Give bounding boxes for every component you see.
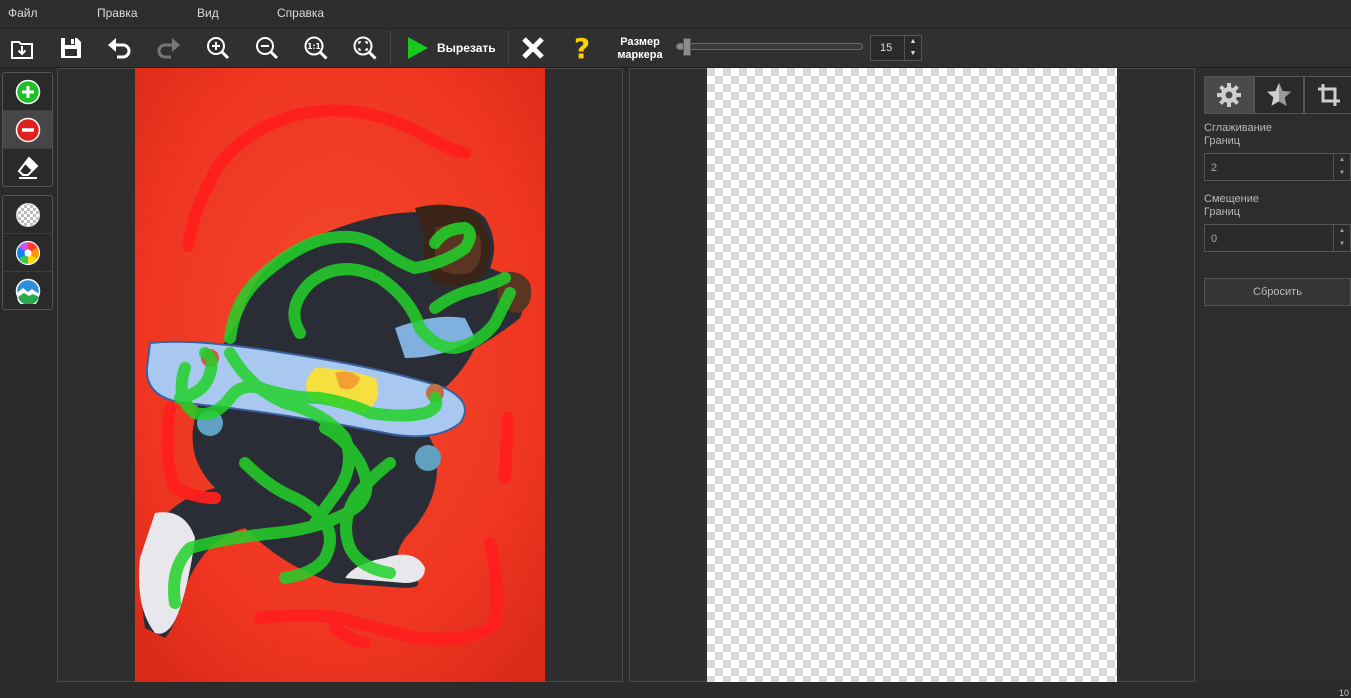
- help-icon: ?: [574, 34, 590, 62]
- remove-marker-icon: [15, 117, 40, 142]
- spin-up-icon[interactable]: ▲: [905, 36, 921, 48]
- smoothing-label: Сглаживание Границ: [1204, 122, 1272, 148]
- smoothing-label-line2: Границ: [1204, 135, 1241, 147]
- tab-effects[interactable]: [1254, 76, 1304, 114]
- tab-settings[interactable]: [1204, 76, 1254, 114]
- import-icon: [11, 41, 33, 59]
- status-number: 10: [1338, 688, 1349, 698]
- save-icon: [61, 38, 81, 58]
- color-bg-icon: [15, 240, 40, 265]
- settings-icon: [1217, 83, 1241, 107]
- add-marker-icon: [15, 79, 40, 104]
- marker-size-slider-thumb[interactable]: [683, 38, 691, 56]
- redo-button[interactable]: [152, 32, 186, 64]
- offset-label-line2: Границ: [1204, 206, 1241, 218]
- fit-icon: [353, 36, 377, 60]
- marker-size-slider[interactable]: [676, 43, 863, 50]
- crop-icon: [1318, 84, 1340, 106]
- marker-size-label-line2: маркера: [617, 49, 663, 61]
- undo-icon: [108, 38, 131, 59]
- toolbar-separator: [508, 31, 509, 65]
- spin-down-icon[interactable]: ▼: [1334, 167, 1350, 180]
- offset-value[interactable]: 0: [1211, 233, 1217, 245]
- fit-button[interactable]: [348, 32, 382, 64]
- effects-icon: [1267, 83, 1291, 106]
- smoothing-arrows: ▲ ▼: [1333, 154, 1350, 180]
- svg-text:?: ?: [574, 34, 590, 62]
- result-preview-pane[interactable]: [629, 68, 1195, 682]
- menu-help[interactable]: Справка: [277, 6, 324, 20]
- eraser-icon: [17, 155, 38, 179]
- eraser-tool[interactable]: [3, 149, 52, 186]
- marker-tool-group: [2, 72, 53, 187]
- zoom-out-icon: [256, 37, 279, 60]
- undo-button[interactable]: [102, 32, 136, 64]
- marker-size-value[interactable]: 15: [880, 42, 892, 54]
- background-tool-group: [2, 195, 53, 310]
- add-marker-tool[interactable]: [3, 73, 52, 111]
- marker-size-arrows: ▲ ▼: [904, 36, 921, 60]
- zoom-out-button[interactable]: [250, 32, 284, 64]
- marker-size-label-line1: Размер: [620, 36, 660, 48]
- actual-size-icon: 1:1: [304, 36, 328, 60]
- source-photo[interactable]: [135, 68, 545, 682]
- offset-label: Смещение Границ: [1204, 193, 1259, 219]
- transparent-bg-tool[interactable]: [3, 196, 52, 234]
- transparent-bg-icon: [15, 202, 40, 227]
- cut-label[interactable]: Вырезать: [437, 41, 496, 55]
- clear-button[interactable]: [516, 32, 550, 64]
- image-bg-tool[interactable]: [3, 272, 52, 309]
- offset-label-line1: Смещение: [1204, 193, 1260, 205]
- marker-size-spinner[interactable]: 15 ▲ ▼: [870, 35, 922, 61]
- save-button[interactable]: [54, 32, 88, 64]
- menu-edit[interactable]: Правка: [97, 6, 138, 20]
- smoothing-label-line1: Сглаживание: [1204, 122, 1272, 134]
- redo-icon: [157, 38, 180, 59]
- tab-crop[interactable]: [1304, 76, 1351, 114]
- zoom-in-button[interactable]: [201, 32, 235, 64]
- smoothing-field[interactable]: 2 ▲ ▼: [1204, 153, 1351, 181]
- zoom-in-icon: [207, 37, 230, 60]
- remove-marker-tool[interactable]: [3, 111, 52, 149]
- offset-field[interactable]: 0 ▲ ▼: [1204, 224, 1351, 252]
- image-bg-icon: [15, 278, 40, 304]
- play-icon: [408, 37, 428, 59]
- import-button[interactable]: [5, 32, 39, 64]
- toolbar: 1:1 Вырезать ? Размер маркера 15 ▲ ▼: [0, 29, 1351, 68]
- toolbar-separator: [390, 31, 391, 65]
- menu-view[interactable]: Вид: [197, 6, 219, 20]
- close-icon: [522, 37, 544, 59]
- spin-down-icon[interactable]: ▼: [1334, 238, 1350, 251]
- cut-button[interactable]: [400, 32, 434, 64]
- color-bg-tool[interactable]: [3, 234, 52, 272]
- spin-up-icon[interactable]: ▲: [1334, 225, 1350, 238]
- marker-size-label: Размер маркера: [612, 36, 668, 62]
- source-image-pane[interactable]: [57, 68, 623, 682]
- reset-button[interactable]: Сбросить: [1204, 278, 1351, 306]
- transparent-canvas: [707, 68, 1117, 682]
- help-button[interactable]: ?: [565, 32, 599, 64]
- actual-size-button[interactable]: 1:1: [299, 32, 333, 64]
- settings-panel: Сглаживание Границ 2 ▲ ▼ Смещение Границ…: [1196, 68, 1351, 682]
- spin-up-icon[interactable]: ▲: [1334, 154, 1350, 167]
- settings-tabs: [1204, 76, 1351, 114]
- svg-text:1:1: 1:1: [307, 42, 320, 51]
- offset-arrows: ▲ ▼: [1333, 225, 1350, 251]
- smoothing-value[interactable]: 2: [1211, 162, 1217, 174]
- left-toolbar: [2, 72, 53, 318]
- menu-file[interactable]: Файл: [8, 6, 38, 20]
- spin-down-icon[interactable]: ▼: [905, 48, 921, 60]
- menu-bar: Файл Правка Вид Справка: [0, 0, 1351, 29]
